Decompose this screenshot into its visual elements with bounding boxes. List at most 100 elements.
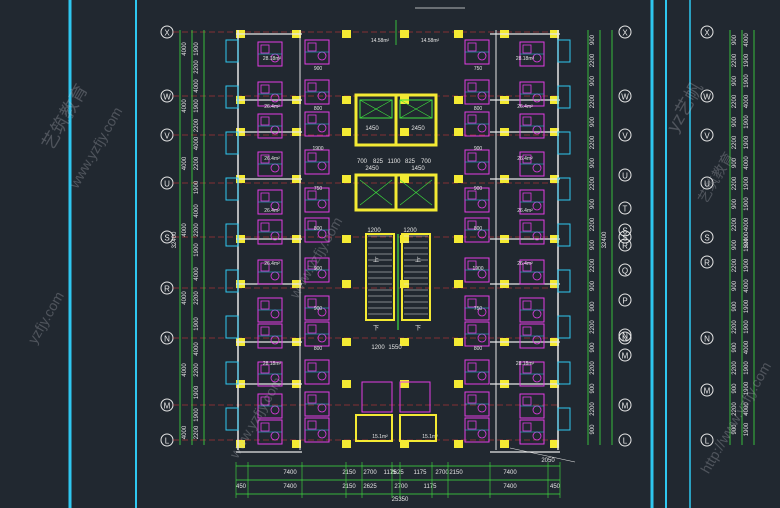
far-dim-text: 2200	[732, 94, 738, 108]
grid-bubble-label: X	[164, 29, 170, 38]
core-dim-text: 825	[373, 159, 384, 165]
room-area-label: 26.4m²	[264, 104, 280, 110]
toilet-icon	[522, 422, 532, 432]
grid-bubble-label: V	[164, 132, 170, 141]
grid-bubble-label: M	[164, 402, 171, 411]
wall-column	[454, 175, 463, 183]
bottom-dim-top: 7400	[503, 470, 517, 476]
left-dim-text: 2200	[194, 425, 200, 439]
left-dim-text: 4000	[194, 136, 200, 150]
basin-icon	[317, 51, 327, 61]
room-area-label: 26.4m²	[517, 104, 533, 110]
left-dim-text: 1900	[194, 180, 200, 194]
right-dim-text: 900	[590, 34, 596, 45]
bottom-dim-bottom: 450	[550, 484, 561, 490]
grid-bubble-label: L	[165, 437, 170, 446]
floor-plan-drawing: XWVUSRNML1900400022004000190040002200400…	[24, 0, 774, 508]
right-dim-text: 900	[590, 424, 596, 435]
basin-icon	[270, 335, 280, 345]
grid-bubble-right-label: X	[622, 29, 628, 38]
left-dim-text: 1900	[194, 99, 200, 113]
bottom-dim-top: 2625	[390, 470, 404, 476]
basin-icon	[532, 201, 542, 211]
grid-bubble-far-label: S	[704, 234, 709, 243]
toilet-icon	[467, 42, 477, 52]
room-area-label: 28.18m²	[263, 361, 282, 367]
far-dim-outer: 4000	[744, 340, 750, 354]
basin-icon	[317, 123, 327, 133]
core-dim-text: 1200	[367, 228, 381, 234]
balcony-right	[557, 39, 571, 63]
right-dim-text: 900	[590, 342, 596, 353]
toilet-icon	[260, 116, 270, 126]
right-dim-text: 2200	[590, 135, 596, 149]
far-dim-outer: 4000	[744, 33, 750, 47]
far-dim-text: 900	[732, 383, 738, 394]
right-dim-text: 2200	[590, 361, 596, 375]
toilet-icon	[467, 152, 477, 162]
far-dim-outer: 1900	[744, 320, 750, 334]
toilet-icon	[307, 394, 317, 404]
wall-column	[454, 380, 463, 388]
basin-icon	[477, 199, 487, 209]
grid-bubble-far-label: N	[704, 335, 710, 344]
room-area-label: 26.4m²	[264, 261, 280, 267]
far-dim-text: 900	[732, 301, 738, 312]
toilet-icon	[307, 190, 317, 200]
far-dim-text: 2200	[732, 135, 738, 149]
toilet-icon	[467, 420, 477, 430]
wall-column	[454, 30, 463, 38]
room-area-label: 26.4m²	[264, 156, 280, 162]
room-area-label: 28.18m²	[516, 56, 535, 62]
bottom-dim-bottom: 2625	[363, 484, 377, 490]
basin-icon	[270, 405, 280, 415]
left-dim-outer: 4000	[182, 156, 188, 170]
stair-label: 上	[415, 256, 421, 264]
total-dim: 25350	[392, 497, 409, 503]
bottom-dim-bottom: 7400	[503, 484, 517, 490]
toilet-icon	[467, 362, 477, 372]
far-dim-outer: 1900	[744, 135, 750, 149]
bath-dim-text: 750	[474, 66, 483, 72]
wall-column	[342, 338, 351, 346]
balcony-right	[557, 177, 571, 201]
right-dim-text: 2200	[590, 320, 596, 334]
bottom-dim-bottom: 7400	[283, 484, 297, 490]
bath-dim-text: 800	[474, 106, 483, 112]
toilet-icon	[260, 44, 270, 54]
core-dim-text: 1450	[411, 166, 425, 172]
far-dim-outer: 1900	[744, 422, 750, 436]
bath-dim-text: 900	[314, 66, 323, 72]
basin-icon	[317, 199, 327, 209]
toilet-icon	[467, 114, 477, 124]
basin-icon	[532, 373, 542, 383]
grid-bubble-mid-label: U	[622, 172, 628, 181]
bath-dim-text: 800	[314, 346, 323, 352]
far-dim-outer: 1900	[744, 361, 750, 375]
far-dim-text: 2200	[732, 258, 738, 272]
toilet-icon	[467, 394, 477, 404]
wall-column	[400, 30, 409, 38]
left-dim-outer: 4000	[182, 363, 188, 377]
left-dim-text: 2200	[194, 363, 200, 377]
room-area-label: 28.18m²	[516, 361, 535, 367]
basin-icon	[532, 163, 542, 173]
basin-icon	[532, 405, 542, 415]
toilet-icon	[307, 114, 317, 124]
far-dim-outer: 1900	[744, 74, 750, 88]
far-dim-text: 900	[732, 198, 738, 209]
basin-icon	[532, 431, 542, 441]
toilet-icon	[467, 324, 477, 334]
toilet-icon	[467, 82, 477, 92]
balcony-right	[557, 361, 571, 385]
wall-column	[342, 175, 351, 183]
wall-column	[342, 380, 351, 388]
grid-bubble-mid-label: M	[622, 352, 629, 361]
far-dim-outer: 4000	[744, 279, 750, 293]
basin-icon	[532, 271, 542, 281]
left-dim-outer: 4000	[182, 99, 188, 113]
balcony-left	[225, 315, 239, 339]
right-dim-text: 900	[590, 116, 596, 127]
left-dim-outer: 4000	[182, 223, 188, 237]
far-dim-text: 2200	[732, 53, 738, 67]
